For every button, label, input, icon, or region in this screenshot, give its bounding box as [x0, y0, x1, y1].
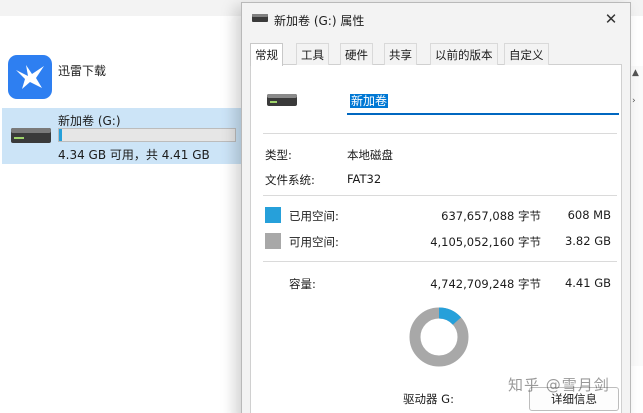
dialog-title: 新加卷 (G:) 属性 — [274, 14, 365, 28]
used-space-label: 已用空间: — [289, 209, 339, 223]
usage-donut-chart — [409, 307, 469, 367]
tab-sharing[interactable]: 共享 — [384, 43, 417, 65]
free-space-bytes: 4,105,052,160 字节 — [430, 235, 541, 249]
type-label: 类型: — [265, 148, 292, 162]
capacity-label: 容量: — [289, 277, 316, 291]
filesystem-label: 文件系统: — [265, 173, 315, 187]
capacity-bytes: 4,742,709,248 字节 — [430, 277, 541, 291]
used-space-swatch — [265, 207, 281, 223]
divider — [263, 133, 617, 134]
capacity-size: 4.41 GB — [564, 276, 611, 290]
tab-previous-versions[interactable]: 以前的版本 — [430, 43, 498, 65]
drive-icon — [11, 128, 51, 143]
free-space-label: 可用空间: — [289, 235, 339, 249]
thunder-bird-icon — [8, 55, 52, 99]
drive-letter-label: 驱动器 G: — [403, 392, 454, 406]
explorer-item-thunder[interactable]: 迅雷下载 — [6, 54, 238, 102]
tab-hardware[interactable]: 硬件 — [340, 43, 373, 65]
used-space-size: 608 MB — [567, 208, 611, 222]
drive-title-icon — [252, 14, 268, 22]
volume-name-value: 新加卷 — [350, 94, 389, 108]
chevron-up-icon: ▲ — [632, 68, 639, 78]
divider — [263, 195, 617, 196]
type-value: 本地磁盘 — [347, 148, 393, 162]
app-label: 迅雷下载 — [58, 64, 107, 78]
chevron-icon: › — [632, 96, 636, 106]
explorer-scroll-edge[interactable]: ▲ › — [629, 66, 643, 366]
drive-name: 新加卷 (G:) — [58, 114, 121, 128]
used-space-bytes: 637,657,088 字节 — [441, 209, 541, 223]
drive-usage-bar — [58, 128, 236, 142]
tab-strip: 常规 工具 硬件 共享 以前的版本 自定义 — [250, 43, 622, 66]
tab-customize[interactable]: 自定义 — [504, 43, 549, 65]
filesystem-value: FAT32 — [347, 172, 382, 186]
drive-usage-fill — [59, 129, 62, 141]
close-button[interactable]: ✕ — [598, 7, 624, 31]
general-panel: 新加卷 类型: 本地磁盘 文件系统: FAT32 已用空间: 637,657,0… — [250, 65, 622, 413]
free-space-size: 3.82 GB — [564, 234, 611, 248]
free-space-swatch — [265, 233, 281, 249]
divider — [263, 261, 617, 262]
properties-dialog: 新加卷 (G:) 属性 ✕ 常规 工具 硬件 共享 以前的版本 自定义 新加卷 … — [241, 2, 631, 413]
watermark: 知乎 @雪月剑 — [508, 376, 610, 394]
tab-general[interactable]: 常规 — [250, 43, 283, 66]
explorer-drive-g[interactable]: 新加卷 (G:) 4.34 GB 可用，共 4.41 GB — [2, 108, 242, 164]
tab-tools[interactable]: 工具 — [296, 43, 329, 65]
drive-large-icon — [267, 94, 297, 106]
close-icon: ✕ — [604, 10, 618, 28]
volume-name-input[interactable]: 新加卷 — [347, 87, 619, 115]
dialog-titlebar[interactable]: 新加卷 (G:) 属性 ✕ — [242, 3, 630, 37]
drive-free-text: 4.34 GB 可用，共 4.41 GB — [58, 148, 210, 162]
